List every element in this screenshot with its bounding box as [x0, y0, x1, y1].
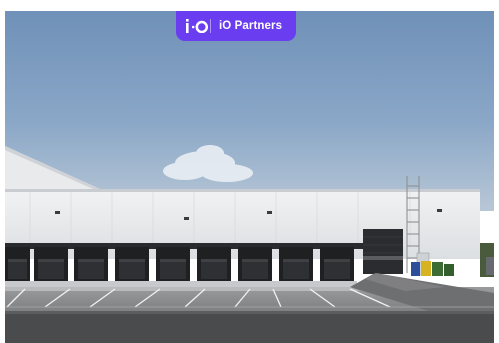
warehouse-photo: [5, 11, 494, 343]
garage-door: [363, 229, 403, 274]
brand-name: iO Partners: [219, 20, 283, 32]
brand-badge[interactable]: iO Partners: [176, 11, 296, 41]
loading-docks: [5, 247, 354, 281]
io-logo-icon: [176, 19, 210, 33]
waste-bins: [411, 261, 454, 276]
warehouse-loading-docks-photo: [5, 11, 494, 343]
